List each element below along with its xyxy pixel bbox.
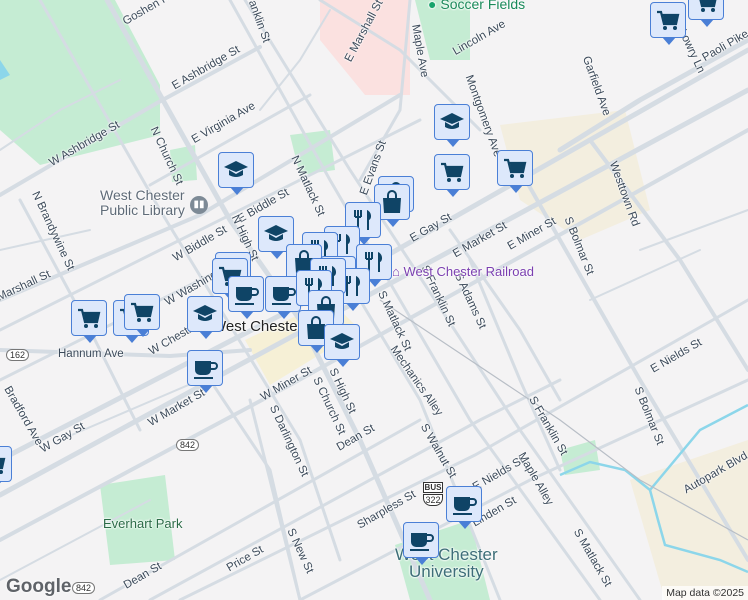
cart-icon (78, 308, 101, 328)
route-842-shield-south: 842 (72, 582, 96, 594)
attraction-icon: ⌂ (392, 264, 404, 279)
cart-marker[interactable] (434, 154, 470, 197)
library-label[interactable]: West Chester Public Library (100, 188, 195, 218)
road (589, 249, 701, 301)
railroad-label[interactable]: ⌂ West Chester Railroad (392, 264, 534, 279)
cup-icon (453, 497, 477, 515)
cart-marker[interactable] (497, 150, 533, 193)
street-label: Hannum Ave (58, 348, 124, 360)
cart-marker[interactable] (688, 0, 724, 27)
cup-icon (235, 287, 259, 305)
bag-icon (383, 190, 401, 213)
cup-icon (410, 533, 434, 551)
cart-marker[interactable] (124, 294, 160, 337)
cap-icon (330, 333, 354, 349)
cup-icon (194, 361, 218, 379)
road (208, 378, 302, 600)
road (148, 378, 562, 600)
town-label: West Chester (212, 318, 303, 335)
cap-icon (440, 113, 464, 129)
cup-icon (272, 287, 296, 305)
cap-icon (264, 225, 288, 241)
us-322-business-shield: BUS 322 (423, 482, 443, 506)
route-842-shield: 842 (176, 439, 200, 451)
soccer-fields-label[interactable]: ● Soccer Fields (428, 0, 525, 12)
library-book-icon[interactable]: ▮▮ (190, 196, 208, 214)
cap-icon (224, 161, 248, 177)
cup-marker[interactable] (403, 522, 439, 565)
cart-marker[interactable] (650, 2, 686, 45)
cart-marker[interactable] (71, 300, 107, 343)
soccer-pin-icon: ● (428, 0, 441, 12)
cart-icon (0, 457, 6, 474)
road (448, 228, 562, 402)
cap-marker[interactable] (434, 104, 470, 147)
cap-icon (193, 305, 217, 321)
park-label[interactable]: Everhart Park (103, 516, 182, 531)
cart-icon (504, 158, 527, 178)
cart-icon (699, 0, 717, 12)
google-logo[interactable]: Google (6, 576, 71, 598)
cart-icon (657, 10, 680, 30)
cup-marker[interactable] (446, 486, 482, 529)
cap-marker[interactable] (218, 152, 254, 195)
cart-icon (131, 302, 154, 322)
map-attribution[interactable]: Map data ©2025 (662, 586, 748, 600)
cart-icon (441, 162, 464, 182)
cap-marker[interactable] (324, 324, 360, 367)
cart-marker[interactable] (0, 446, 12, 489)
cup-marker[interactable] (187, 350, 223, 393)
road (259, 9, 331, 111)
cup-marker[interactable] (228, 276, 264, 319)
route-162-shield: 162 (6, 349, 30, 361)
cap-marker[interactable] (187, 296, 223, 339)
